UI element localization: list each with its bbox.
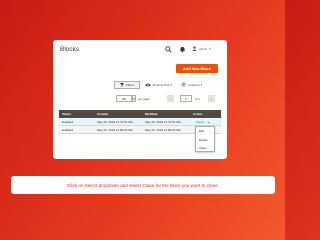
filter-icon (119, 83, 124, 87)
column-header-status[interactable]: Status (59, 110, 94, 118)
cell-modified: May 24, 2019 11:47:51 AM (145, 119, 181, 124)
chevron-down-icon: ▾ (209, 46, 211, 51)
per-page-select[interactable]: 20 (116, 95, 132, 102)
admin-panel: Blocks admin ▾ Add New Block Filters Def… (53, 40, 227, 159)
filters-button[interactable]: Filters (114, 81, 140, 89)
gear-icon (181, 82, 186, 87)
column-header-modified[interactable]: Modified (142, 110, 190, 118)
columns-dropdown[interactable]: Columns ▾ (188, 83, 202, 87)
cell-modified: May 24, 2019 11:50:23 AM (145, 127, 181, 132)
chevron-left-icon: ‹ (169, 96, 172, 101)
search-icon[interactable] (165, 46, 172, 53)
table-row[interactable]: Enabled May 24, 2019 11:47:51 AM May 24,… (59, 118, 221, 126)
filters-label: Filters (125, 83, 135, 87)
user-icon (192, 46, 197, 51)
page-title: Blocks (60, 46, 80, 53)
page-total: of 1 (195, 97, 201, 101)
cell-status: Enabled (62, 127, 74, 132)
chevron-up-icon: ▴ (207, 119, 210, 124)
chevron-down-icon: ▾ (133, 96, 135, 101)
per-page-value: 20 (122, 96, 126, 101)
add-new-block-button[interactable]: Add New Block (176, 64, 218, 73)
chevron-down-icon: ▾ (200, 83, 203, 87)
bell-icon[interactable] (179, 46, 186, 53)
menu-item-clone[interactable]: Clone (196, 144, 214, 153)
action-dropdown-menu: Edit Delete Clone (195, 126, 215, 152)
row-action-select[interactable]: Select ▴ (190, 118, 221, 125)
cell-created: May 24, 2019 11:47:51 AM (97, 119, 133, 124)
admin-username: admin (199, 46, 208, 51)
per-page-label: per page (138, 97, 150, 101)
menu-item-edit[interactable]: Edit (196, 127, 214, 136)
column-header-action: Action (193, 112, 203, 116)
chevron-down-icon: ▾ (170, 83, 173, 87)
cell-created: May 24, 2019 11:50:23 AM (97, 127, 133, 132)
grid-header: Status Created Modified Action (59, 110, 221, 118)
instruction-text: Click on Select dropdown and select Clon… (67, 182, 219, 188)
admin-menu[interactable]: admin ▾ (192, 46, 211, 51)
instruction-caption: Click on Select dropdown and select Clon… (11, 176, 275, 194)
default-view-dropdown[interactable]: Default View ▾ (153, 83, 172, 87)
next-page-button[interactable]: › (208, 95, 215, 102)
default-view-label: Default View (153, 83, 170, 87)
menu-item-delete[interactable]: Delete (196, 136, 214, 145)
column-header-created[interactable]: Created (94, 110, 142, 118)
cell-status: Enabled (62, 119, 74, 124)
chevron-right-icon: › (210, 96, 213, 101)
columns-label: Columns (188, 83, 200, 87)
page-number-input[interactable]: 1 (180, 95, 192, 102)
previous-page-button[interactable]: ‹ (167, 95, 174, 102)
per-page-toggle[interactable]: ▾ (132, 95, 136, 102)
row-action-label: Select (196, 119, 205, 124)
eye-icon (145, 83, 151, 87)
